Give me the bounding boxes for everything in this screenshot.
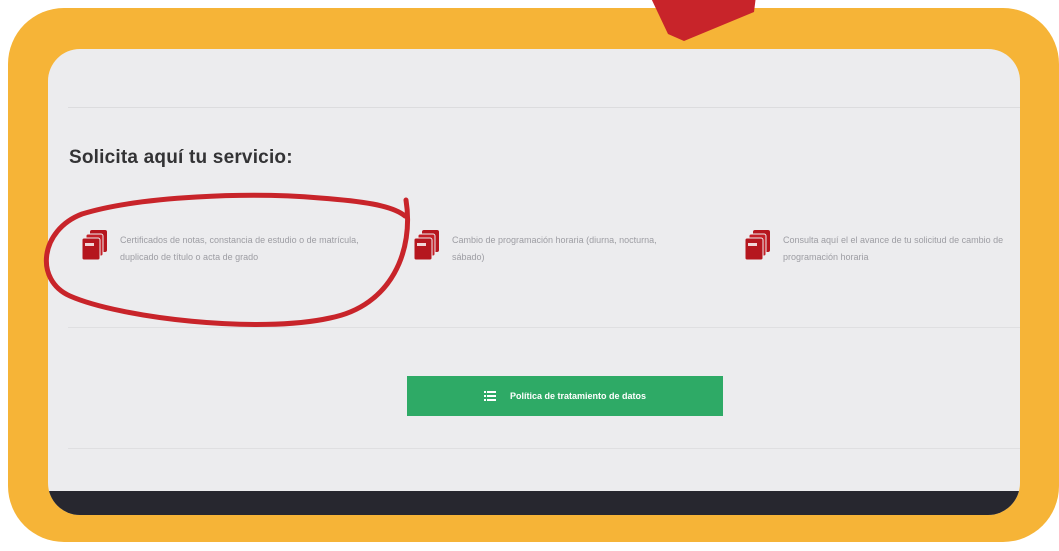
service-label: Consulta aquí el el avance de tu solicit… bbox=[783, 235, 1004, 262]
service-item-schedule-change[interactable]: Cambio de programación horaria (diurna, … bbox=[414, 229, 682, 266]
service-label: Cambio de programación horaria (diurna, … bbox=[452, 235, 657, 262]
list-icon bbox=[483, 391, 496, 401]
screenshot-stage: Solicita aquí tu servicio: Certificados … bbox=[0, 0, 1059, 551]
divider bbox=[68, 448, 1020, 449]
document-stack-icon bbox=[414, 230, 439, 261]
service-label: Certificados de notas, constancia de est… bbox=[120, 235, 359, 262]
divider bbox=[68, 107, 1020, 108]
data-policy-button-label: Política de tratamiento de datos bbox=[509, 391, 647, 401]
site-footer bbox=[48, 491, 1020, 515]
page-title: Solicita aquí tu servicio: bbox=[69, 147, 293, 168]
service-item-request-status[interactable]: Consulta aquí el el avance de tu solicit… bbox=[745, 229, 1020, 266]
website-screen: Solicita aquí tu servicio: Certificados … bbox=[48, 49, 1020, 515]
document-stack-icon bbox=[82, 230, 107, 261]
data-policy-button[interactable]: Política de tratamiento de datos bbox=[407, 376, 723, 416]
service-item-certificates[interactable]: Certificados de notas, constancia de est… bbox=[82, 229, 365, 266]
divider bbox=[68, 327, 1020, 328]
document-stack-icon bbox=[745, 230, 770, 261]
